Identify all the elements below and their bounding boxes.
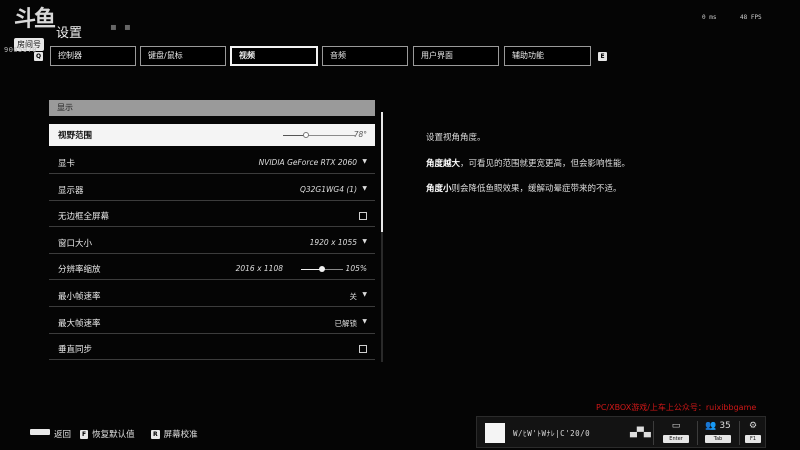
panel-divider	[653, 421, 654, 445]
tab-audio[interactable]: 音频	[322, 46, 408, 66]
screen-calibration-hint[interactable]: R 屏幕校准	[151, 428, 198, 440]
gpu-value: NVIDIA GeForce RTX 2060	[258, 158, 357, 167]
monitor-value: Q32G1WG4 (1)	[299, 185, 357, 194]
setting-row-resolution-scale[interactable]: 分辨率缩放 2016 x 1108 105%	[49, 258, 375, 280]
setting-label: 垂直同步	[58, 345, 93, 355]
setting-label: 窗口大小	[58, 239, 93, 249]
setting-label: 最小帧速率	[58, 292, 101, 302]
resolution-scale-value: 105%	[345, 264, 367, 273]
setting-row-monitor[interactable]: 显示器 Q32G1WG4 (1) ▼	[49, 179, 375, 201]
calibration-label: 屏幕校准	[163, 430, 198, 440]
vsync-checkbox[interactable]	[359, 345, 367, 353]
setting-row-vsync[interactable]: 垂直同步	[49, 338, 375, 360]
douyu-watermark: 斗鱼 房间号	[14, 8, 58, 51]
friends-count: 35	[719, 421, 731, 431]
tab-video[interactable]: 视频	[230, 46, 318, 66]
fov-slider-knob[interactable]	[303, 132, 310, 138]
setting-label: 显示器	[58, 186, 84, 196]
tab-next-key[interactable]: E	[598, 52, 607, 61]
dropdown-arrow-icon: ▼	[362, 318, 367, 325]
back-label: 返回	[54, 430, 72, 440]
min-framerate-value: 关	[349, 292, 358, 301]
fov-value: 78°	[353, 130, 367, 139]
scrollbar-thumb[interactable]	[381, 112, 383, 232]
fov-slider[interactable]	[283, 132, 355, 138]
restore-key: F	[80, 430, 89, 439]
watermark-room-id: 9065970	[4, 46, 38, 54]
description-line-1: 设置视角角度。	[426, 133, 486, 143]
back-key-icon	[30, 429, 50, 435]
calibration-key: R	[151, 430, 160, 439]
panel-divider	[739, 421, 740, 445]
stream-promo-text: PC/XBOX游戏/上车上公众号：ruixibbgame	[596, 403, 757, 412]
back-hint[interactable]: 返回	[30, 428, 71, 440]
friends-key: Tab	[705, 435, 731, 443]
max-framerate-value: 已解锁	[334, 319, 358, 328]
tab-prev-key[interactable]: Q	[34, 52, 43, 61]
dropdown-arrow-icon: ▼	[362, 238, 367, 245]
system-settings-key: F1	[745, 435, 761, 443]
setting-label: 视野范围	[58, 131, 93, 141]
setting-label: 分辨率缩放	[58, 265, 101, 275]
player-name: W/ﾋW'ﾄWﾅﾚ|C'20/0	[513, 429, 591, 438]
setting-label: 无边框全屏幕	[58, 212, 110, 222]
description-emphasis: 角度越大	[426, 159, 461, 169]
player-panel: W/ﾋW'ﾄWﾅﾚ|C'20/0 ▄▀▄ ▭ Enter 👥 35 Tab ⚙ …	[476, 416, 766, 448]
setting-row-max-framerate[interactable]: 最大帧速率 已解锁 ▼	[49, 312, 375, 334]
player-avatar[interactable]	[485, 423, 505, 443]
dropdown-arrow-icon: ▼	[362, 291, 367, 298]
setting-label: 最大帧速率	[58, 319, 101, 329]
description-line-2: 角度越大，可看见的范围就更宽更高，但会影响性能。	[426, 157, 630, 169]
friends-row: 👥 35	[705, 421, 731, 432]
window-size-value: 1920 x 1055	[309, 238, 357, 247]
description-emphasis: 角度小	[426, 184, 452, 194]
description-text: 则会降低鱼眼效果，缓解动晕症带来的不适。	[451, 184, 622, 194]
ping-readout: 0 ms	[702, 14, 717, 21]
gamepad-icon: ▄▀▄	[630, 428, 651, 438]
watermark-logo: 斗鱼	[14, 7, 56, 32]
dropdown-arrow-icon: ▼	[362, 185, 367, 192]
page-title: 设置	[56, 26, 83, 41]
render-resolution-value: 2016 x 1108	[235, 264, 283, 273]
friends-button[interactable]: 👥 35 Tab	[705, 421, 731, 443]
tab-controller[interactable]: 控制器	[50, 46, 136, 66]
tab-user-interface[interactable]: 用户界面	[413, 46, 499, 66]
section-header-display: 显示	[49, 100, 375, 116]
setting-row-borderless[interactable]: 无边框全屏幕	[49, 205, 375, 227]
chat-key: Enter	[663, 435, 689, 443]
restore-label: 恢复默认值	[92, 430, 135, 440]
title-decoration: ▪ ▪	[110, 22, 133, 33]
description-line-3: 角度小则会降低鱼眼效果，缓解动晕症带来的不适。	[426, 182, 622, 194]
chat-button[interactable]: ▭ Enter	[663, 421, 689, 443]
dropdown-arrow-icon: ▼	[362, 158, 367, 165]
friends-icon: 👥	[705, 421, 717, 431]
fps-readout: 48 FPS	[740, 14, 762, 21]
panel-divider	[697, 421, 698, 445]
setting-row-fov[interactable]: 视野范围 78°	[49, 124, 375, 146]
resolution-scale-slider[interactable]	[301, 266, 343, 272]
description-text: ，可看见的范围就更宽更高，但会影响性能。	[460, 159, 631, 169]
setting-row-window-size[interactable]: 窗口大小 1920 x 1055 ▼	[49, 232, 375, 254]
tab-accessibility[interactable]: 辅助功能	[504, 46, 591, 66]
setting-row-min-framerate[interactable]: 最小帧速率 关 ▼	[49, 285, 375, 307]
gear-icon: ⚙	[748, 421, 758, 431]
chat-icon: ▭	[671, 421, 681, 431]
tab-keyboard-mouse[interactable]: 键盘/鼠标	[140, 46, 226, 66]
resolution-scale-knob[interactable]	[319, 266, 325, 272]
restore-defaults-hint[interactable]: F 恢复默认值	[80, 428, 135, 440]
setting-row-gpu[interactable]: 显卡 NVIDIA GeForce RTX 2060 ▼	[49, 152, 375, 174]
setting-label: 显卡	[58, 159, 76, 169]
settings-scrollbar[interactable]	[381, 112, 383, 362]
system-settings-button[interactable]: ⚙ F1	[745, 421, 761, 443]
borderless-checkbox[interactable]	[359, 212, 367, 220]
